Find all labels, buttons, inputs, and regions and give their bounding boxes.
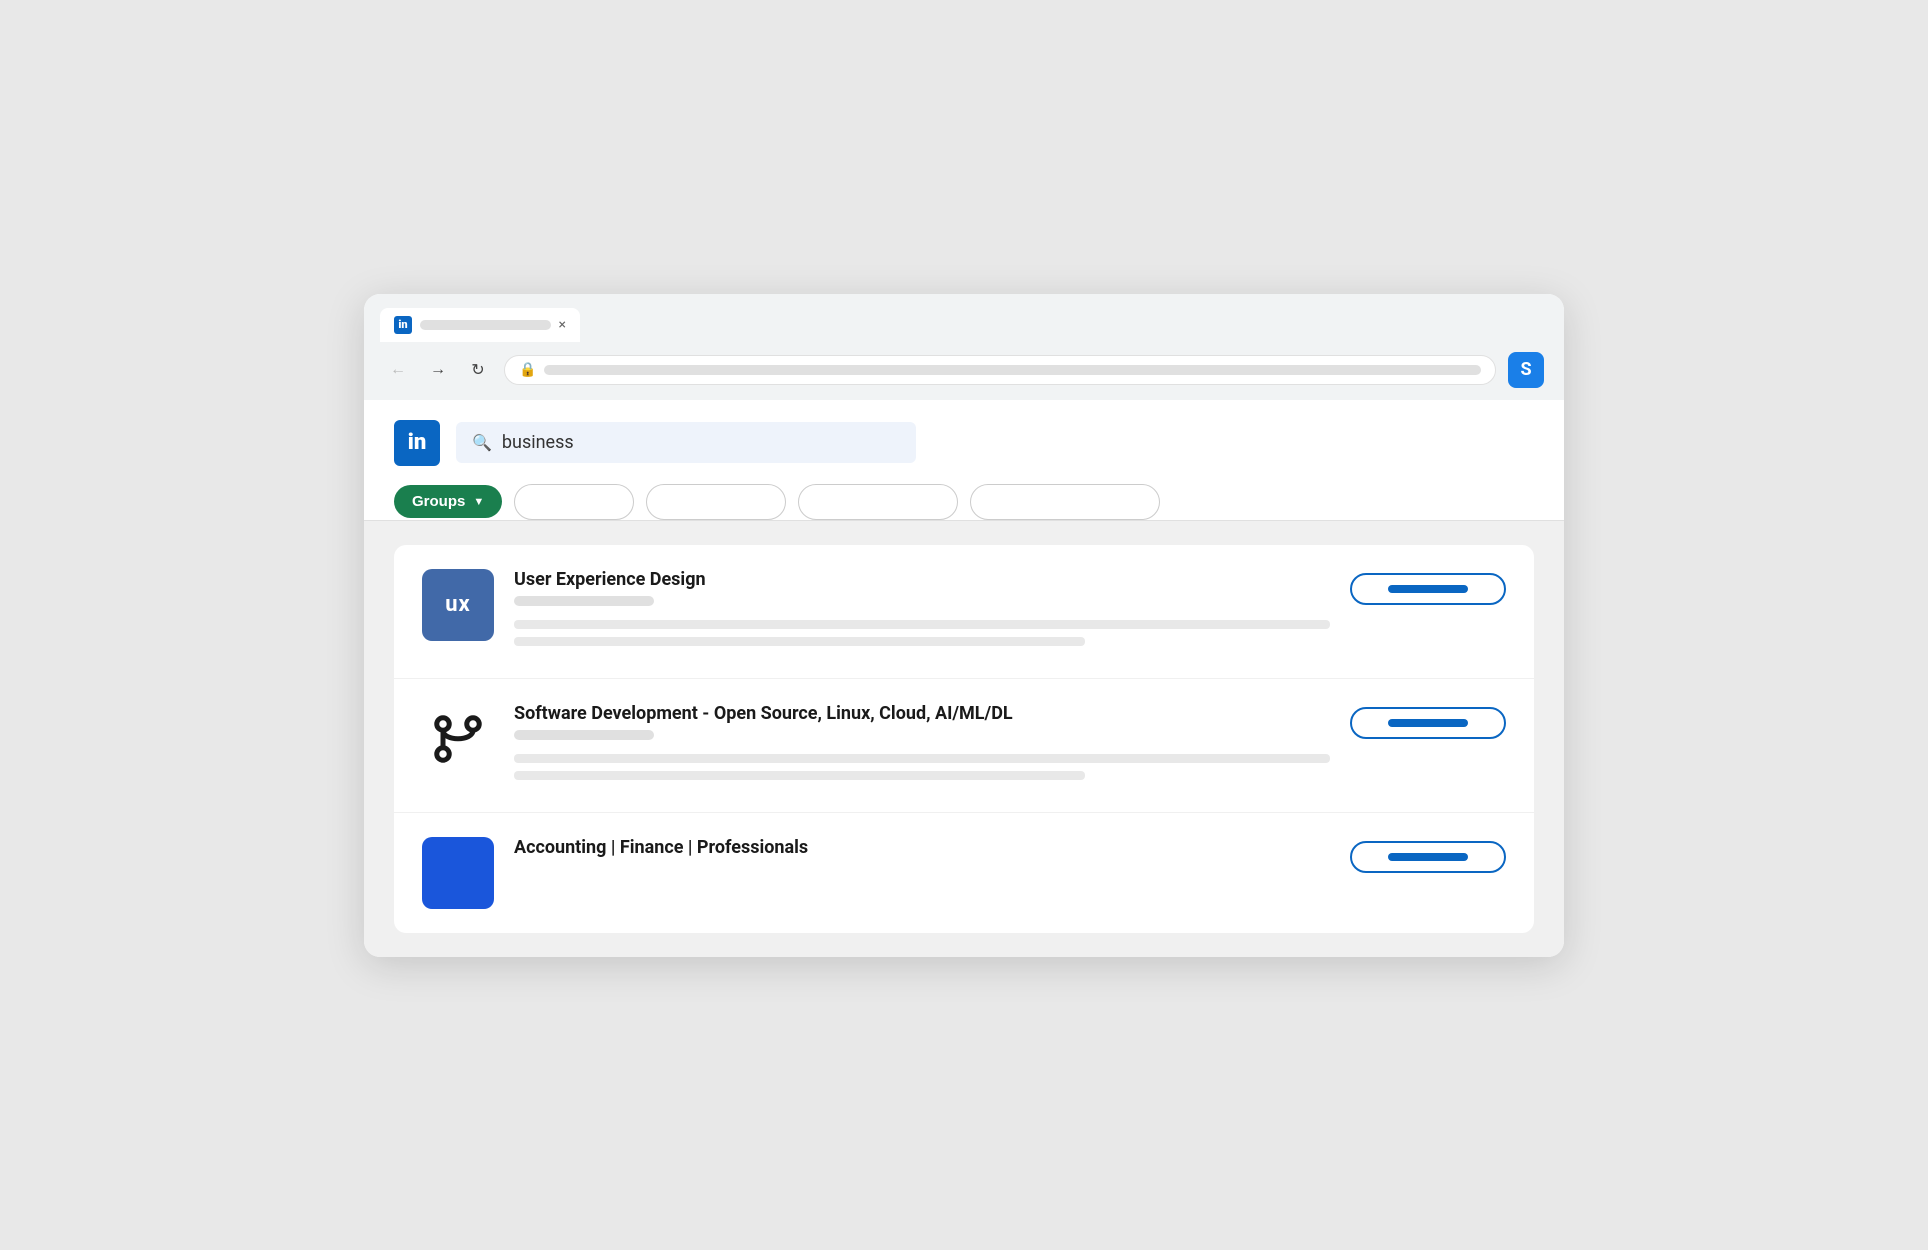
results-area: ux User Experience Design bbox=[364, 521, 1564, 957]
address-text-placeholder bbox=[544, 365, 1481, 375]
address-bar-row: ← → ↻ 🔒 S bbox=[380, 342, 1548, 400]
search-input-value: business bbox=[502, 432, 574, 453]
result-subtitle-ux bbox=[514, 596, 654, 606]
result-desc-software-2 bbox=[514, 771, 1085, 780]
action-btn-inner-ux bbox=[1388, 585, 1468, 593]
result-subtitle-software bbox=[514, 730, 654, 740]
action-btn-inner-software bbox=[1388, 719, 1468, 727]
result-action-accounting bbox=[1350, 837, 1506, 873]
result-action-button-software[interactable] bbox=[1350, 707, 1506, 739]
page-content: in 🔍 business Groups ▼ bbox=[364, 400, 1564, 957]
tab-favicon: in bbox=[394, 316, 412, 334]
result-body-software: Software Development - Open Source, Linu… bbox=[514, 703, 1330, 788]
lock-icon: 🔒 bbox=[519, 362, 536, 378]
forward-button[interactable]: → bbox=[424, 356, 452, 384]
result-body-accounting: Accounting | Finance | Professionals bbox=[514, 837, 1330, 864]
result-item-accounting: Accounting | Finance | Professionals bbox=[394, 813, 1534, 933]
linkedin-header: in 🔍 business Groups ▼ bbox=[364, 400, 1564, 521]
browser-tab[interactable]: in × bbox=[380, 308, 580, 342]
result-desc-ux-1 bbox=[514, 620, 1330, 629]
result-title-software: Software Development - Open Source, Linu… bbox=[514, 703, 1330, 724]
browser-chrome: in × ← → ↻ 🔒 S bbox=[364, 294, 1564, 400]
result-title-ux: User Experience Design bbox=[514, 569, 1330, 590]
result-item-software: Software Development - Open Source, Linu… bbox=[394, 679, 1534, 813]
result-logo-ux: ux bbox=[422, 569, 494, 641]
browser-window: in × ← → ↻ 🔒 S bbox=[364, 294, 1564, 957]
result-action-button-ux[interactable] bbox=[1350, 573, 1506, 605]
linkedin-logo: in bbox=[394, 420, 440, 466]
filter-pill-1[interactable] bbox=[514, 484, 634, 520]
result-item-ux: ux User Experience Design bbox=[394, 545, 1534, 679]
result-action-button-accounting[interactable] bbox=[1350, 841, 1506, 873]
reload-button[interactable]: ↻ bbox=[464, 356, 492, 384]
search-row: in 🔍 business bbox=[394, 420, 1534, 466]
tab-close-button[interactable]: × bbox=[559, 318, 566, 332]
tab-bar: in × bbox=[380, 308, 1548, 342]
git-branch-icon bbox=[428, 709, 488, 769]
result-logo-software bbox=[422, 703, 494, 775]
result-logo-accounting bbox=[422, 837, 494, 909]
search-icon: 🔍 bbox=[472, 433, 492, 452]
filters-row: Groups ▼ bbox=[394, 484, 1534, 520]
back-button[interactable]: ← bbox=[384, 356, 412, 384]
address-bar[interactable]: 🔒 bbox=[504, 355, 1496, 385]
filter-pill-2[interactable] bbox=[646, 484, 786, 520]
groups-filter-button[interactable]: Groups ▼ bbox=[394, 485, 502, 518]
result-title-accounting: Accounting | Finance | Professionals bbox=[514, 837, 1330, 858]
filter-pill-4[interactable] bbox=[970, 484, 1160, 520]
result-action-software bbox=[1350, 703, 1506, 739]
search-box[interactable]: 🔍 business bbox=[456, 422, 916, 463]
result-desc-software-1 bbox=[514, 754, 1330, 763]
extension-button[interactable]: S bbox=[1508, 352, 1544, 388]
results-card: ux User Experience Design bbox=[394, 545, 1534, 933]
result-desc-ux-2 bbox=[514, 637, 1085, 646]
action-btn-inner-accounting bbox=[1388, 853, 1468, 861]
result-body-ux: User Experience Design bbox=[514, 569, 1330, 654]
result-action-ux bbox=[1350, 569, 1506, 605]
filter-pill-3[interactable] bbox=[798, 484, 958, 520]
tab-title-placeholder bbox=[420, 320, 551, 330]
